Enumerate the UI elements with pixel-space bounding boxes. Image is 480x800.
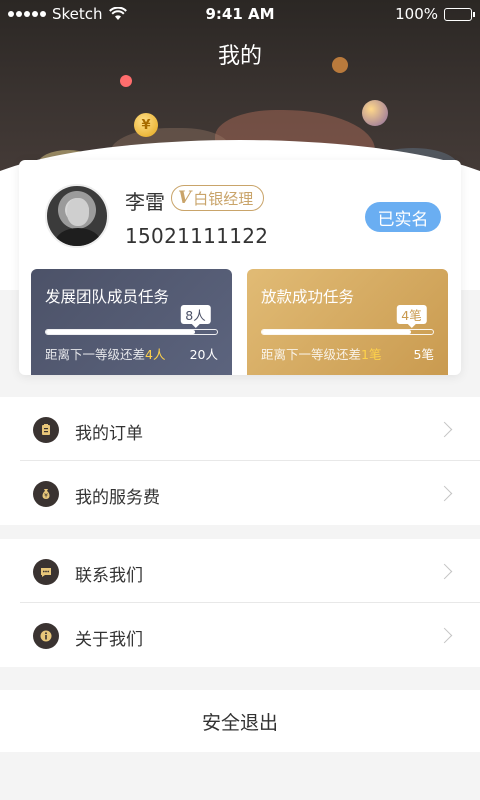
menu-label: 关于我们: [75, 630, 143, 650]
decor-dot-red: [120, 75, 132, 87]
menu-group-orders: 我的订单 ¥ 我的服务费: [0, 397, 480, 525]
page-title: 我的: [217, 44, 262, 69]
task-title: 放款成功任务: [261, 288, 355, 306]
menu-item-about[interactable]: 关于我们: [20, 603, 480, 667]
task-note: 距离下一等级还差1笔: [261, 347, 382, 362]
profile-card: 李雷 V 白银经理 15021111122 已实名 发展团队成员任务 8人 距离…: [19, 160, 461, 375]
progress-fill: [262, 330, 411, 334]
menu-group-info: 联系我们 关于我们: [0, 539, 480, 667]
level-badge: V 白银经理: [171, 185, 265, 211]
chevron-right-icon: [436, 421, 453, 438]
coin-icon: ¥: [134, 113, 158, 137]
decor-orb: [362, 100, 388, 126]
clipboard-icon: [33, 417, 59, 443]
menu-item-orders[interactable]: 我的订单: [20, 397, 480, 461]
logout-button[interactable]: 安全退出: [0, 690, 480, 752]
menu-label: 联系我们: [75, 566, 143, 586]
svg-text:¥: ¥: [44, 493, 48, 500]
progress-bubble: 8人: [180, 305, 211, 328]
progress-fill: [46, 330, 195, 334]
menu-label: 我的订单: [75, 424, 143, 444]
status-bar: Sketch 9:41 AM 100%: [0, 0, 480, 28]
task-card-team[interactable]: 发展团队成员任务 8人 距离下一等级还差4人 20人: [31, 269, 232, 375]
chevron-right-icon: [436, 627, 453, 644]
chevron-right-icon: [436, 485, 453, 502]
user-phone: 15021111122: [125, 224, 269, 248]
task-target: 20人: [189, 347, 218, 362]
money-bag-icon: ¥: [33, 481, 59, 507]
task-note: 距离下一等级还差4人: [45, 347, 166, 362]
battery-percent: 100%: [395, 5, 438, 23]
user-name: 李雷: [125, 190, 165, 214]
avatar[interactable]: [45, 184, 109, 248]
chat-bubble-icon: [33, 559, 59, 585]
menu-item-service-fee[interactable]: ¥ 我的服务费: [20, 461, 480, 525]
battery-icon: [444, 7, 475, 21]
progress-track: [261, 329, 434, 335]
info-icon: [33, 623, 59, 649]
menu-label: 我的服务费: [75, 488, 160, 508]
menu-item-contact[interactable]: 联系我们: [20, 539, 480, 603]
chevron-right-icon: [436, 563, 453, 580]
level-v-icon: V: [178, 188, 192, 208]
verified-badge[interactable]: 已实名: [365, 202, 441, 232]
task-card-loan[interactable]: 放款成功任务 4笔 距离下一等级还差1笔 5笔: [247, 269, 448, 375]
task-target: 5笔: [413, 347, 434, 362]
progress-bubble: 4笔: [396, 305, 427, 328]
progress-track: [45, 329, 218, 335]
level-label: 白银经理: [193, 189, 254, 208]
task-title: 发展团队成员任务: [45, 288, 170, 306]
